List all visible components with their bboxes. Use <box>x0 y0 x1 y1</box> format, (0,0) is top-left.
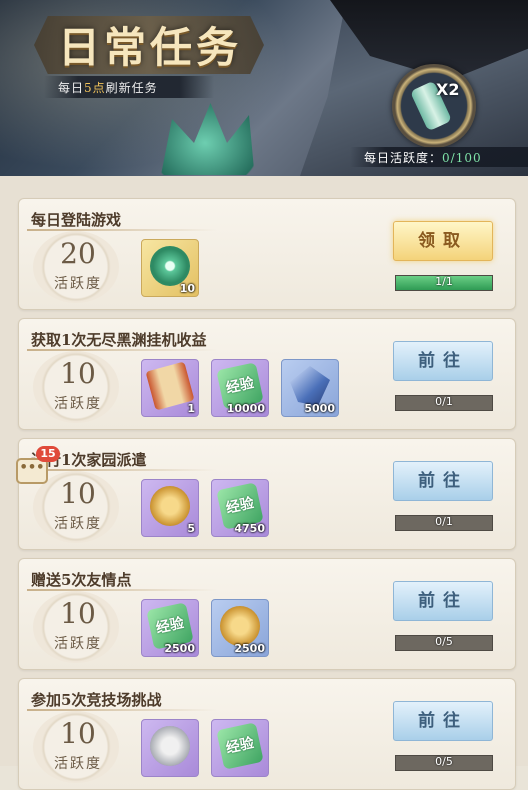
reward-item[interactable]: 经验 2500 <box>141 599 199 657</box>
chat-unread-badge: 15 <box>36 446 60 462</box>
jade-token-icon <box>150 246 190 286</box>
task-progress-bar: 1/1 <box>395 275 493 291</box>
activity-value: 0/100 <box>442 151 482 165</box>
task-title: 获取1次无尽黑渊挂机收益 <box>31 331 207 349</box>
progress-text: 0/5 <box>435 635 453 648</box>
reward-quantity: 2500 <box>234 642 265 655</box>
title-divider <box>27 229 217 231</box>
reward-item[interactable]: 10 <box>141 239 199 297</box>
activity-points: 10 <box>60 357 96 390</box>
activity-label: 每日活跃度： <box>364 151 443 165</box>
activity-points: 20 <box>60 237 96 270</box>
page-title: 日常任务 <box>58 23 243 72</box>
go-button[interactable]: 前往 <box>393 581 493 621</box>
reward-item[interactable]: 经验 <box>211 719 269 777</box>
reward-item[interactable]: 5 <box>141 479 199 537</box>
task-card: 进行1次家园派遣 10 活跃度 5 经验 4750 前往 0/1 <box>18 438 516 550</box>
reward-quantity: 10000 <box>226 402 265 415</box>
daily-activity: 每日活跃度：0/100 <box>364 149 482 166</box>
go-button[interactable]: 前往 <box>393 701 493 741</box>
reward-item[interactable]: 2500 <box>211 599 269 657</box>
task-progress-bar: 0/1 <box>395 395 493 411</box>
task-title: 参加5次竞技场挑战 <box>31 691 162 709</box>
activity-points-label: 活跃度 <box>54 276 102 292</box>
refresh-note: 每日5点刷新任务 <box>58 79 158 96</box>
crystal-icon <box>290 366 330 406</box>
reward-item[interactable] <box>141 719 199 777</box>
activity-points: 10 <box>60 597 96 630</box>
header-banner: 日常任务 每日5点刷新任务 X2 每日活跃度：0/100 <box>0 0 528 176</box>
activity-points-label: 活跃度 <box>54 396 102 412</box>
reward-quantity: 5 <box>187 522 195 535</box>
claim-button[interactable]: 领取 <box>393 221 493 261</box>
activity-points: 10 <box>60 717 96 750</box>
exp-stone-icon: 经验 <box>216 722 264 770</box>
activity-points-label: 活跃度 <box>54 636 102 652</box>
multiplier-label: X2 <box>436 80 460 99</box>
progress-text: 0/1 <box>435 395 453 408</box>
gold-coin-icon <box>150 486 190 526</box>
reward-item[interactable]: 经验 4750 <box>211 479 269 537</box>
reward-quantity: 1 <box>187 402 195 415</box>
task-progress-bar: 0/5 <box>395 635 493 651</box>
task-title: 每日登陆游戏 <box>31 211 122 229</box>
reward-quantity: 5000 <box>304 402 335 415</box>
refresh-prefix: 每日 <box>58 81 85 95</box>
task-title: 赠送5次友情点 <box>31 571 132 589</box>
task-card: 获取1次无尽黑渊挂机收益 10 活跃度 1 经验 10000 5000 前往 0/1 <box>18 318 516 430</box>
task-card: 每日登陆游戏 20 活跃度 10 领取 1/1 <box>18 198 516 310</box>
task-progress-bar: 0/5 <box>395 755 493 771</box>
task-card: 赠送5次友情点 10 活跃度 经验 2500 2500 前往 0/5 <box>18 558 516 670</box>
copper-coin-icon <box>220 606 260 646</box>
progress-text: 0/1 <box>435 515 453 528</box>
silver-coin-icon <box>150 726 190 766</box>
title-divider <box>27 469 217 471</box>
reward-quantity: 4750 <box>234 522 265 535</box>
reward-quantity: 2500 <box>164 642 195 655</box>
reward-item[interactable]: 经验 10000 <box>211 359 269 417</box>
task-progress-bar: 0/1 <box>395 515 493 531</box>
reward-item[interactable]: 5000 <box>281 359 339 417</box>
refresh-hour: 5点 <box>84 81 106 95</box>
go-button[interactable]: 前往 <box>393 461 493 501</box>
reward-item[interactable]: 1 <box>141 359 199 417</box>
progress-text: 1/1 <box>435 275 453 288</box>
go-button[interactable]: 前往 <box>393 341 493 381</box>
title-divider <box>27 589 217 591</box>
task-card: 参加5次竞技场挑战 10 活跃度 经验 前往 0/5 <box>18 678 516 790</box>
refresh-suffix: 刷新任务 <box>105 81 158 95</box>
title-divider <box>27 709 217 711</box>
reward-quantity: 10 <box>179 282 195 295</box>
activity-points-label: 活跃度 <box>54 516 102 532</box>
activity-points: 10 <box>60 477 96 510</box>
progress-text: 0/5 <box>435 755 453 768</box>
activity-points-label: 活跃度 <box>54 756 102 772</box>
title-divider <box>27 349 217 351</box>
